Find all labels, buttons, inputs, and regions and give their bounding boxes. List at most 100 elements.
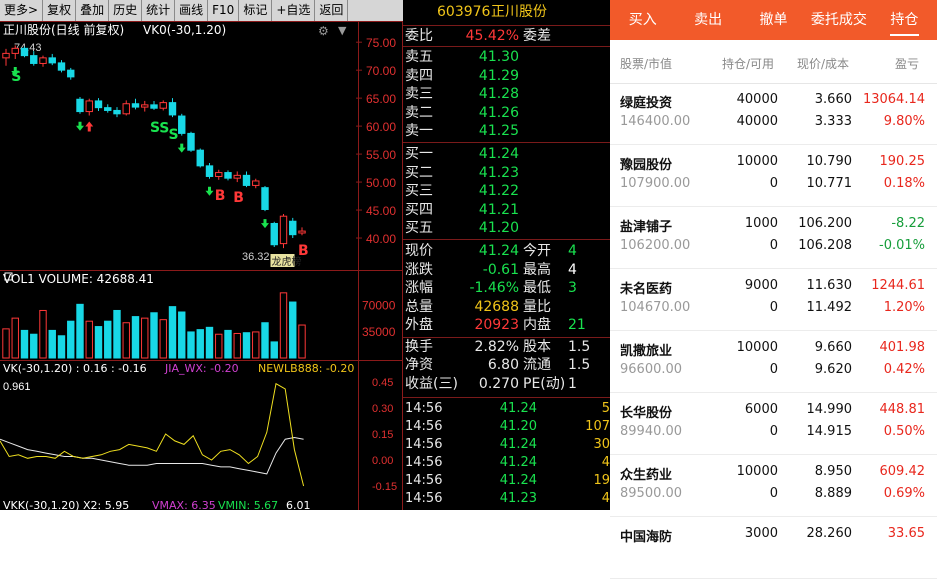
volume-bar bbox=[57, 335, 66, 359]
position-row[interactable]: 未名医药 104670.00 9000 0 11.630 11.492 1244.61 1.2… bbox=[610, 269, 937, 331]
weibi-value: 45.42% bbox=[465, 28, 519, 44]
vk-axis-label: 0.30 bbox=[372, 403, 393, 415]
quote-stat-row: 外盘 20923 内盘 21 bbox=[403, 316, 610, 334]
profit-loss: 13064.14 bbox=[862, 92, 925, 107]
tab-positions[interactable]: 持仓 bbox=[872, 0, 937, 40]
current-price: 14.990 bbox=[806, 402, 853, 417]
candle-body bbox=[196, 149, 204, 167]
ask-price: 41.29 bbox=[478, 67, 519, 84]
bid-level[interactable]: 买四 41.21 bbox=[403, 201, 610, 219]
avail-qty: 0 bbox=[769, 300, 778, 315]
dragon-tiger-badge-label: 龙虎榜 bbox=[272, 255, 302, 268]
cost-price: 106.208 bbox=[798, 238, 852, 253]
stat-label: 换手 bbox=[405, 338, 433, 355]
statistics-button[interactable]: 统计 bbox=[142, 0, 176, 21]
position-row[interactable]: 长华股份 89940.00 6000 0 14.990 14.915 448.81 0.50% bbox=[610, 393, 937, 455]
position-row[interactable]: 盐津铺子 106200.00 1000 0 106.200 106.208 -8.22 -0.… bbox=[610, 207, 937, 269]
vkk-value: 6.01 bbox=[286, 499, 311, 510]
volume-bar bbox=[131, 316, 140, 359]
candle-body bbox=[67, 69, 75, 78]
ask-level[interactable]: 卖二 41.26 bbox=[403, 104, 610, 122]
stock-name: 中国海防 bbox=[620, 530, 673, 545]
stat-value: 6.80 bbox=[487, 357, 519, 373]
add-watchlist-button[interactable]: +自选 bbox=[272, 0, 316, 21]
quote-stat-row: 涨跌 -0.61 最高 4 bbox=[403, 261, 610, 279]
f10-button[interactable]: F10 bbox=[208, 0, 240, 21]
tab-cancel[interactable]: 撤单 bbox=[741, 0, 806, 40]
stock-chart-panel: 更多> 复权 叠加 历史 统计 画线 F10 标记 +自选 返回 75.00 70… bbox=[0, 0, 610, 541]
price-axis-label: 70.00 bbox=[366, 64, 396, 78]
volume-bar bbox=[168, 306, 177, 359]
weibi-row: 委比 45.42% 委差 bbox=[403, 27, 610, 45]
overlay-button[interactable]: 叠加 bbox=[76, 0, 110, 21]
mark-button[interactable]: 标记 bbox=[239, 0, 273, 21]
volume-bar bbox=[205, 326, 214, 359]
tick-volume: 107 bbox=[585, 419, 610, 434]
bid-label: 买三 bbox=[405, 183, 433, 199]
quote-stat-row: 净资 6.80 流通 1.5 bbox=[403, 356, 610, 374]
price-axis-label: 55.00 bbox=[366, 148, 396, 162]
tab-buy[interactable]: 买入 bbox=[610, 0, 675, 40]
position-row[interactable]: 凯撒旅业 96600.00 10000 0 9.660 9.620 401.98 0.42% bbox=[610, 331, 937, 393]
hold-qty: 40000 bbox=[736, 92, 778, 107]
bid-level[interactable]: 买二 41.23 bbox=[403, 164, 610, 182]
more-button[interactable]: 更多> bbox=[0, 0, 44, 21]
avail-qty: 0 bbox=[769, 176, 778, 191]
bid-level[interactable]: 买三 41.22 bbox=[403, 182, 610, 200]
tick-row: 14:56 41.24 19 bbox=[403, 472, 610, 490]
stock-name: 凯撒旅业 bbox=[620, 344, 673, 359]
ask-price: 41.26 bbox=[478, 104, 519, 121]
bid-level[interactable]: 买一 41.24 bbox=[403, 145, 610, 163]
candle-body bbox=[76, 98, 84, 113]
kline-chart[interactable]: 75.00 70.00 65.00 60.00 55.00 50.00 45.00 40.00… bbox=[0, 21, 403, 510]
tick-row: 14:56 41.20 107 bbox=[403, 418, 610, 436]
tab-sell[interactable]: 卖出 bbox=[675, 0, 740, 40]
position-row[interactable]: 中国海防 3000 28.260 33.65 bbox=[610, 517, 937, 579]
stat-value: 42688 bbox=[474, 298, 519, 315]
profit-percent: -0.01% bbox=[879, 238, 925, 253]
tick-row: 14:56 41.24 30 bbox=[403, 436, 610, 454]
tick-price: 41.24 bbox=[499, 455, 537, 470]
ask-level[interactable]: 卖四 41.29 bbox=[403, 67, 610, 85]
candle-body bbox=[122, 103, 130, 115]
ask-label: 卖四 bbox=[405, 67, 433, 84]
history-button[interactable]: 历史 bbox=[109, 0, 143, 21]
volume-bar bbox=[30, 333, 38, 359]
vk-axis-label: -0.15 bbox=[372, 481, 397, 493]
back-button[interactable]: 返回 bbox=[315, 0, 349, 21]
bid-level[interactable]: 买五 41.20 bbox=[403, 219, 610, 237]
tab-orders[interactable]: 委托成交 bbox=[806, 0, 871, 40]
stat-label: 内盘 bbox=[523, 317, 551, 333]
ask-level[interactable]: 卖一 41.25 bbox=[403, 122, 610, 140]
draw-line-button[interactable]: 画线 bbox=[175, 0, 209, 21]
position-row[interactable]: 绿庭投资 146400.00 40000 40000 3.660 3.333 13064.1… bbox=[610, 83, 937, 145]
candle-body bbox=[2, 52, 10, 59]
bid-stats-divider bbox=[403, 239, 610, 240]
stat-label: 外盘 bbox=[405, 317, 433, 333]
tick-volume: 30 bbox=[593, 437, 610, 452]
stock-name: 绿庭投资 bbox=[620, 96, 673, 111]
header-hold-avail: 持仓/可用 bbox=[722, 57, 775, 71]
sell-signal-marker: S bbox=[11, 69, 21, 85]
volume-bar bbox=[150, 312, 158, 359]
price-axis-label: 50.00 bbox=[366, 176, 396, 190]
ask-label: 卖一 bbox=[405, 123, 433, 139]
bid-label: 买四 bbox=[405, 201, 433, 218]
vk-axis-label: 0.45 bbox=[372, 377, 393, 389]
cost-price: 11.492 bbox=[806, 300, 853, 315]
current-price: 106.200 bbox=[798, 216, 852, 231]
position-row[interactable]: 众生药业 89500.00 10000 0 8.950 8.889 609.42 0.69% bbox=[610, 455, 937, 517]
position-row[interactable]: 豫园股份 107900.00 10000 0 10.790 10.771 190.25 0.1… bbox=[610, 145, 937, 207]
volume-title: VOL1 VOLUME: 42688.41 bbox=[3, 272, 154, 286]
stat-value: 41.24 bbox=[478, 243, 519, 259]
stat-value: 2.82% bbox=[474, 338, 519, 355]
ask-level[interactable]: 卖五 41.30 bbox=[403, 48, 610, 66]
ask-level[interactable]: 卖三 41.28 bbox=[403, 85, 610, 103]
candle-body bbox=[104, 107, 112, 111]
current-price: 11.630 bbox=[806, 278, 853, 293]
volume-bar bbox=[242, 332, 251, 359]
price-axis-label: 40.00 bbox=[366, 232, 396, 246]
fuquan-button[interactable]: 复权 bbox=[43, 0, 77, 21]
ask-price: 41.25 bbox=[478, 123, 519, 139]
volume-bar bbox=[252, 331, 260, 359]
